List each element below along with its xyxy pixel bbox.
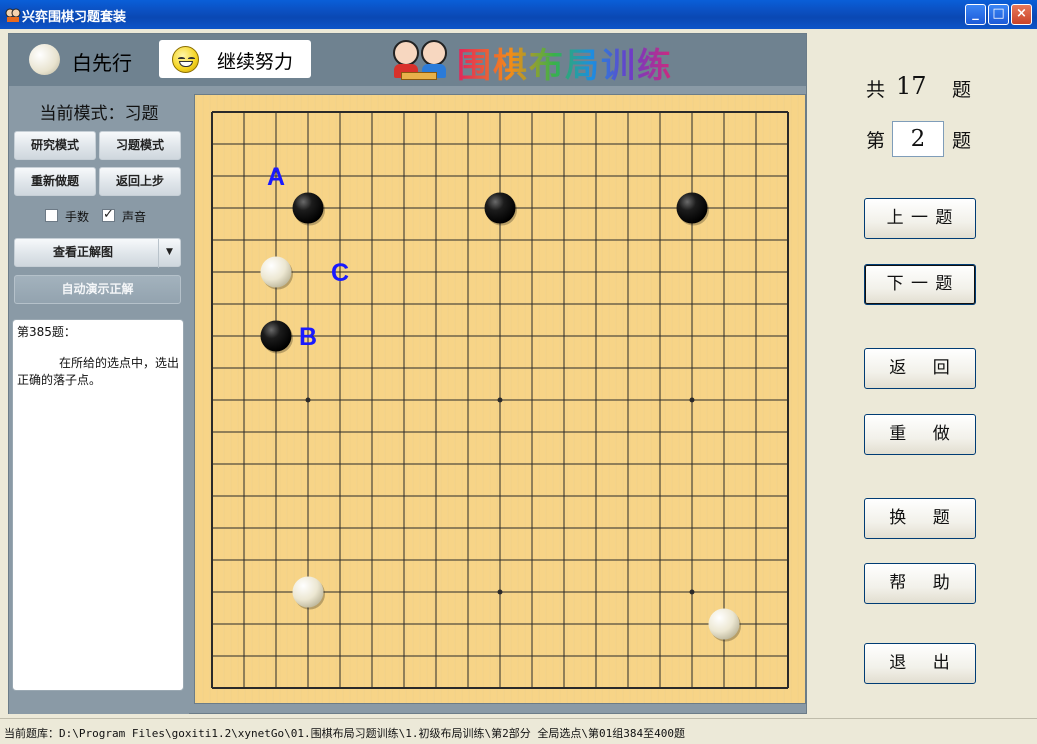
black-stone bbox=[260, 320, 292, 352]
view-answer-dropdown[interactable]: 查看正解图 ▼ bbox=[14, 238, 181, 268]
star-point bbox=[497, 589, 503, 595]
change-problem-button[interactable]: 换 题 bbox=[864, 498, 976, 539]
sound-label: 声音 bbox=[122, 210, 147, 224]
banner-logo: 围棋布局训练 bbox=[387, 38, 697, 86]
star-point bbox=[689, 397, 695, 403]
go-board[interactable]: A C B bbox=[194, 94, 806, 704]
status-message: 继续努力 bbox=[217, 51, 294, 73]
chevron-down-icon[interactable]: ▼ bbox=[158, 239, 180, 268]
research-mode-button[interactable]: 研究模式 bbox=[14, 131, 96, 160]
right-panel: 共 17 题 第 2 题 上 一 题 下 一 题 返 回 重 做 换 题 帮 助… bbox=[808, 33, 1037, 714]
star-point bbox=[497, 397, 503, 403]
white-stone bbox=[292, 576, 324, 608]
main-panel: 白先行 继续努力 围棋布局训练 当前模式：习题 研究模式 习题模式 重新做题 返… bbox=[8, 33, 807, 714]
mode-title: 当前模式：习题 bbox=[39, 104, 159, 124]
auto-demo-button[interactable]: 自动演示正解 bbox=[14, 275, 181, 304]
sidebar: 当前模式：习题 研究模式 习题模式 重新做题 返回上步 手数 声音 查看正解图 … bbox=[9, 87, 189, 714]
choice-point-b[interactable]: B bbox=[299, 323, 317, 351]
sound-checkbox[interactable] bbox=[102, 207, 115, 222]
black-stone bbox=[484, 192, 516, 224]
white-stone-icon bbox=[29, 44, 60, 75]
white-stone bbox=[708, 608, 740, 640]
problem-title: 第385题： bbox=[17, 325, 76, 339]
app-icon bbox=[5, 8, 21, 22]
maximize-button[interactable]: □ bbox=[988, 4, 1009, 25]
choice-point-a[interactable]: A bbox=[267, 163, 285, 191]
exit-button[interactable]: 退 出 bbox=[864, 643, 976, 684]
prev-problem-button[interactable]: 上 一 题 bbox=[864, 198, 976, 239]
go-players-icon bbox=[387, 38, 453, 82]
help-button[interactable]: 帮 助 bbox=[864, 563, 976, 604]
board-canvas[interactable]: A C B bbox=[195, 95, 807, 705]
back-button[interactable]: 返 回 bbox=[864, 348, 976, 389]
window-title: 兴弈围棋习题套装 bbox=[22, 10, 127, 25]
turn-indicator: 白先行 bbox=[72, 51, 132, 75]
move-numbers-label: 手数 bbox=[65, 210, 90, 224]
title-bar: 兴弈围棋习题套装 _ □ × bbox=[0, 0, 1037, 29]
minimize-button[interactable]: _ bbox=[965, 4, 986, 25]
next-problem-button[interactable]: 下 一 题 bbox=[864, 264, 976, 305]
problem-description: 第385题： 在所给的选点中，选出正确的落子点。 bbox=[12, 319, 184, 691]
black-stone bbox=[292, 192, 324, 224]
problem-text: 在所给的选点中，选出正确的落子点。 bbox=[17, 356, 180, 387]
current-suffix: 题 bbox=[952, 130, 972, 152]
status-box: 继续努力 bbox=[159, 40, 311, 78]
status-bar-text: 当前题库：D:\Program Files\goxiti1.2\xynetGo\… bbox=[4, 727, 685, 740]
move-numbers-checkbox[interactable] bbox=[45, 209, 58, 222]
exercise-mode-button[interactable]: 习题模式 bbox=[99, 131, 181, 160]
redo-problem-button[interactable]: 重新做题 bbox=[14, 167, 96, 196]
view-answer-label: 查看正解图 bbox=[53, 245, 114, 259]
total-prefix: 共 bbox=[866, 79, 886, 101]
total-suffix: 题 bbox=[952, 79, 972, 101]
star-point bbox=[689, 589, 695, 595]
choice-point-c[interactable]: C bbox=[331, 259, 349, 287]
close-button[interactable]: × bbox=[1011, 4, 1032, 25]
total-count: 17 bbox=[896, 72, 927, 100]
status-bar: 当前题库：D:\Program Files\goxiti1.2\xynetGo\… bbox=[0, 718, 1037, 744]
smiley-face-icon bbox=[172, 46, 199, 73]
problem-number-input[interactable]: 2 bbox=[892, 121, 944, 157]
star-point bbox=[305, 397, 311, 403]
banner-title: 围棋布局训练 bbox=[457, 38, 673, 87]
header-row: 白先行 继续努力 围棋布局训练 bbox=[9, 34, 806, 86]
undo-step-button[interactable]: 返回上步 bbox=[99, 167, 181, 196]
white-stone bbox=[260, 256, 292, 288]
current-prefix: 第 bbox=[866, 130, 886, 152]
redo-button[interactable]: 重 做 bbox=[864, 414, 976, 455]
black-stone bbox=[676, 192, 708, 224]
